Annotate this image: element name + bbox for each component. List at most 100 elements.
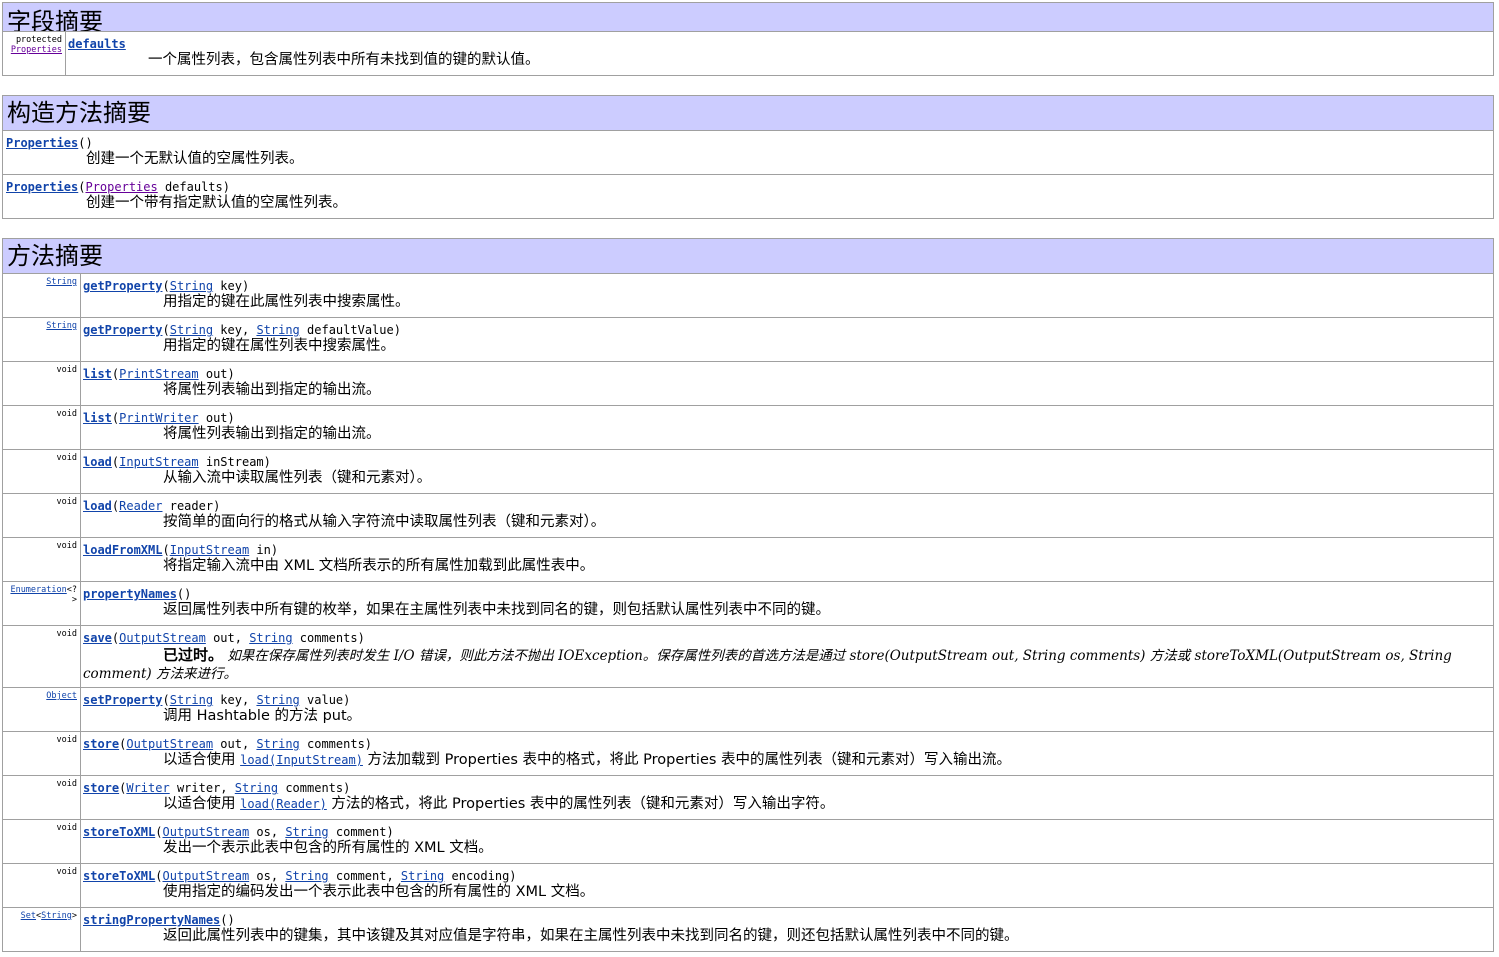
param-type-link[interactable]: PrintStream: [119, 367, 198, 381]
modifier-label: protected: [15, 35, 62, 45]
method-params: (): [220, 913, 235, 927]
generic-type-link[interactable]: String: [41, 911, 72, 921]
param-type-link[interactable]: OutputStream: [119, 631, 206, 645]
desc-text: 以适合使用: [163, 796, 241, 812]
table-row: protected Properties defaults 一个属性列表，包含属…: [2, 31, 1494, 76]
param-type-link[interactable]: Writer: [126, 781, 169, 795]
return-type: void: [56, 365, 77, 375]
param-type-link[interactable]: OutputStream: [162, 869, 249, 883]
return-type-cell: void: [2, 361, 81, 406]
return-type-link[interactable]: String: [46, 321, 77, 331]
method-name-link[interactable]: store: [83, 737, 119, 751]
method-name-link[interactable]: getProperty: [83, 279, 162, 293]
field-type-link[interactable]: Properties: [11, 45, 62, 55]
param-type-link[interactable]: InputStream: [119, 455, 198, 469]
method-description: 使用指定的编码发出一个表示此表中包含的所有属性的 XML 文档。: [163, 884, 595, 900]
method-name-link[interactable]: storeToXML: [83, 869, 155, 883]
return-type-link[interactable]: String: [46, 277, 77, 287]
param-type-link[interactable]: String: [235, 781, 278, 795]
method-description: 从输入流中读取属性列表（键和元素对）。: [163, 470, 432, 486]
generic-bracket: >: [71, 911, 77, 921]
return-type-cell: void: [2, 775, 81, 820]
method-name-link[interactable]: save: [83, 631, 112, 645]
method-sig-cell: storeToXML(OutputStream os, String comme…: [80, 819, 1494, 864]
param-name: reader): [162, 499, 221, 513]
param-name: os,: [249, 825, 286, 839]
method-sig-cell: list(PrintWriter out) 将属性列表输出到指定的输出流。: [80, 405, 1494, 450]
field-summary-table: 字段摘要 protected Properties defaults 一个属性列…: [2, 2, 1494, 76]
table-row: void loadFromXML(InputStream in) 将指定输入流中由 …: [2, 537, 1494, 582]
method-sig-cell: stringPropertyNames() 返回此属性列表中的键集，其中该键及其对…: [80, 907, 1494, 952]
constructor-name-link[interactable]: Properties: [6, 180, 78, 194]
table-row: void list(PrintStream out) 将属性列表输出到指定的输出流。: [2, 361, 1494, 406]
return-type-cell: void: [2, 625, 81, 688]
method-sig-cell: store(Writer writer, String comments) 以适合…: [80, 775, 1494, 820]
return-type-link[interactable]: Enumeration: [10, 585, 66, 595]
param-name: key): [213, 279, 250, 293]
desc-link[interactable]: load(Reader): [240, 797, 327, 811]
param-name: defaultValue): [299, 323, 401, 337]
method-name-link[interactable]: getProperty: [83, 323, 162, 337]
constructor-summary-title: 构造方法摘要: [2, 95, 1494, 131]
param-type-link[interactable]: String: [170, 693, 213, 707]
method-name-link[interactable]: load: [83, 455, 112, 469]
method-name-link[interactable]: load: [83, 499, 112, 513]
param-type-link[interactable]: String: [285, 869, 328, 883]
param-type-link[interactable]: OutputStream: [126, 737, 213, 751]
field-type-cell: protected Properties: [2, 31, 66, 76]
param-type-link[interactable]: Reader: [119, 499, 162, 513]
param-name: comment): [328, 825, 394, 839]
method-description: 将属性列表输出到指定的输出流。: [163, 426, 381, 442]
method-description: 用指定的键在属性列表中搜索属性。: [163, 338, 395, 354]
return-type: void: [56, 779, 77, 789]
constructor-description: 创建一个带有指定默认值的空属性列表。: [86, 195, 347, 211]
param-name: comments): [278, 781, 351, 795]
method-name-link[interactable]: list: [83, 367, 112, 381]
table-row: void store(OutputStream out, String comme…: [2, 731, 1494, 776]
method-sig-cell: getProperty(String key) 用指定的键在此属性列表中搜索属性。: [80, 273, 1494, 318]
method-name-link[interactable]: stringPropertyNames: [83, 913, 220, 927]
return-type-cell: Set<String>: [2, 907, 81, 952]
method-name-link[interactable]: store: [83, 781, 119, 795]
method-name-link[interactable]: loadFromXML: [83, 543, 162, 557]
param-type-link[interactable]: String: [401, 869, 444, 883]
desc-text: 方法加载到 Properties 表中的格式，将此 Properties 表中的…: [362, 752, 1012, 768]
table-row: Object setProperty(String key, String val…: [2, 687, 1494, 732]
param-type-link[interactable]: String: [256, 737, 299, 751]
return-type-link[interactable]: Object: [46, 691, 77, 701]
param-type-link[interactable]: String: [285, 825, 328, 839]
param-type-link[interactable]: String: [249, 631, 292, 645]
method-name-link[interactable]: storeToXML: [83, 825, 155, 839]
return-type-cell: Object: [2, 687, 81, 732]
param-type-link[interactable]: String: [170, 323, 213, 337]
param-type-link[interactable]: InputStream: [170, 543, 249, 557]
method-description: 已过时。 如果在保存属性列表时发生 I/O 错误，则此方法不抛出 IOExcep…: [83, 646, 1491, 683]
desc-link[interactable]: load(InputStream): [240, 753, 363, 767]
field-description: 一个属性列表，包含属性列表中所有未找到值的键的默认值。: [148, 52, 540, 68]
method-description: 以适合使用 load(InputStream) 方法加载到 Properties…: [83, 752, 1491, 769]
field-name-link[interactable]: defaults: [68, 37, 126, 51]
method-description: 调用 Hashtable 的方法 put。: [163, 708, 362, 724]
method-name-link[interactable]: list: [83, 411, 112, 425]
param-type-link[interactable]: String: [170, 279, 213, 293]
method-sig-cell: list(PrintStream out) 将属性列表输出到指定的输出流。: [80, 361, 1494, 406]
table-row: void list(PrintWriter out) 将属性列表输出到指定的输出流。: [2, 405, 1494, 450]
method-sig-cell: load(InputStream inStream) 从输入流中读取属性列表（键和…: [80, 449, 1494, 494]
param-type-link[interactable]: PrintWriter: [119, 411, 198, 425]
method-summary-header: 方法摘要: [2, 238, 1494, 274]
param-name: defaults): [157, 180, 230, 194]
param-type-link[interactable]: Properties: [85, 180, 157, 194]
method-name-link[interactable]: setProperty: [83, 693, 162, 707]
method-sig-cell: storeToXML(OutputStream os, String comme…: [80, 863, 1494, 908]
method-sig-cell: store(OutputStream out, String comments)…: [80, 731, 1494, 776]
constructor-name-link[interactable]: Properties: [6, 136, 78, 150]
method-name-link[interactable]: propertyNames: [83, 587, 177, 601]
param-type-link[interactable]: String: [256, 693, 299, 707]
return-type-cell: void: [2, 405, 81, 450]
param-type-link[interactable]: OutputStream: [162, 825, 249, 839]
return-type: void: [56, 823, 77, 833]
return-type-link[interactable]: Set: [21, 911, 36, 921]
param-type-link[interactable]: String: [256, 323, 299, 337]
param-name: comment,: [328, 869, 401, 883]
paren: (: [162, 543, 170, 557]
